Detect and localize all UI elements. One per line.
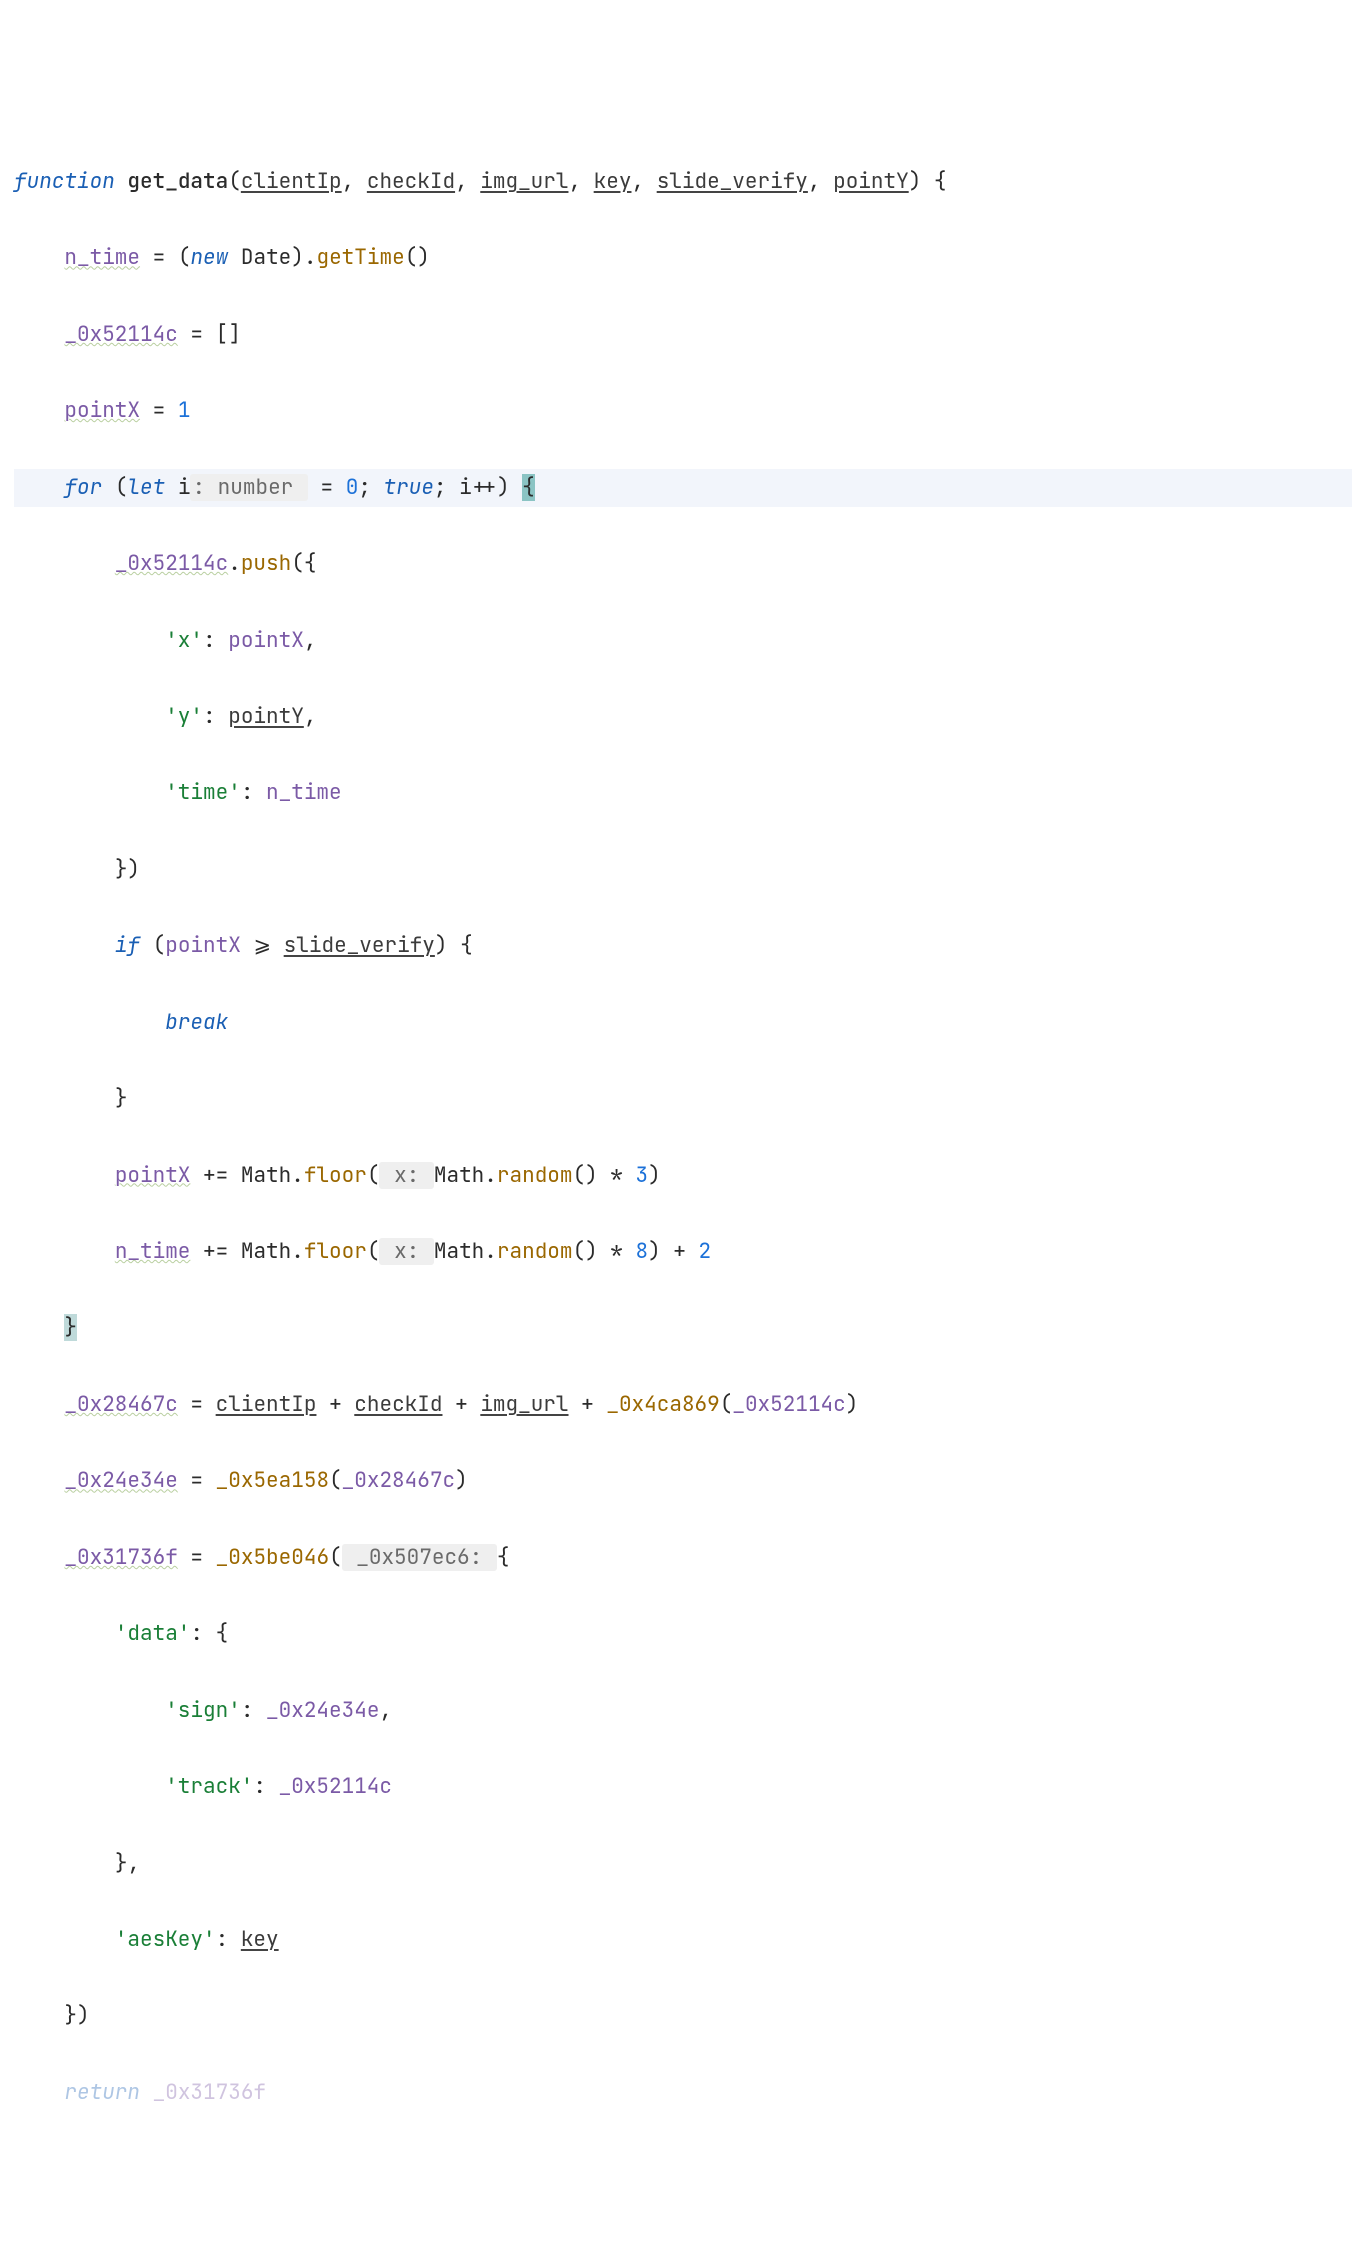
param-hint: x: xyxy=(379,1238,433,1265)
identifier: n_time xyxy=(115,1238,191,1265)
param: slide_verify xyxy=(657,168,808,195)
code-line: } xyxy=(14,1080,1352,1118)
class-name: Math xyxy=(241,1162,291,1189)
param-hint: x: xyxy=(379,1162,433,1189)
keyword-new: new xyxy=(190,244,228,271)
keyword-if: if xyxy=(115,932,140,959)
method-name: floor xyxy=(304,1238,367,1265)
string-key: 'data' xyxy=(115,1620,191,1647)
string-key: 'track' xyxy=(165,1773,253,1800)
code-line: 'track': _0x52114c xyxy=(14,1768,1352,1806)
code-line: 'x': pointX, xyxy=(14,622,1352,660)
function-call: _0x5ea158 xyxy=(216,1467,329,1494)
code-line: n_time += Math.floor( x: Math.random() *… xyxy=(14,1233,1352,1271)
param-hint: _0x507ec6: xyxy=(342,1544,497,1571)
string-key: 'aesKey' xyxy=(115,1926,216,1953)
identifier: img_url xyxy=(480,1391,568,1418)
number-literal: 3 xyxy=(636,1162,649,1189)
code-line: _0x24e34e = _0x5ea158(_0x28467c) xyxy=(14,1462,1352,1500)
function-name: get_data xyxy=(127,168,228,195)
number-literal: 0 xyxy=(346,474,359,501)
boolean-literal: true xyxy=(384,474,434,501)
identifier: pointX xyxy=(228,627,304,654)
identifier: clientIp xyxy=(216,1391,317,1418)
param: img_url xyxy=(480,168,568,195)
method-name: push xyxy=(241,550,291,577)
identifier: i xyxy=(178,474,191,501)
method-name: random xyxy=(497,1238,573,1265)
identifier: _0x28467c xyxy=(64,1391,177,1418)
code-line: }) xyxy=(14,1997,1352,2035)
code-line: _0x52114c.push({ xyxy=(14,545,1352,583)
identifier: slide_verify xyxy=(284,932,435,959)
function-call: _0x4ca869 xyxy=(606,1391,719,1418)
function-call: _0x5be046 xyxy=(216,1544,329,1571)
identifier: _0x24e34e xyxy=(266,1697,379,1724)
code-line: }, xyxy=(14,1845,1352,1883)
identifier: _0x24e34e xyxy=(64,1467,177,1494)
param: pointY xyxy=(833,168,909,195)
identifier: _0x31736f xyxy=(64,1544,177,1571)
code-line: _0x52114c = [] xyxy=(14,316,1352,354)
code-line: _0x28467c = clientIp + checkId + img_url… xyxy=(14,1386,1352,1424)
code-line-highlighted: for (let i: number = 0; true; i++) { xyxy=(14,469,1352,507)
identifier: _0x28467c xyxy=(342,1467,455,1494)
keyword-let: let xyxy=(127,474,165,501)
code-line: _0x31736f = _0x5be046( _0x507ec6: { xyxy=(14,1539,1352,1577)
identifier: n_time xyxy=(266,779,342,806)
keyword-break: break xyxy=(165,1009,228,1036)
keyword-function: function xyxy=(14,168,115,195)
keyword-for: for xyxy=(64,474,102,501)
number-literal: 2 xyxy=(699,1238,712,1265)
code-line: pointX += Math.floor( x: Math.random() *… xyxy=(14,1157,1352,1195)
identifier: pointX xyxy=(115,1162,191,1189)
code-line: 'time': n_time xyxy=(14,774,1352,812)
code-editor[interactable]: function get_data(clientIp, checkId, img… xyxy=(14,163,1352,2112)
param: checkId xyxy=(367,168,455,195)
increment: i++ xyxy=(459,474,497,501)
identifier: _0x52114c xyxy=(279,1773,392,1800)
identifier: _0x52114c xyxy=(64,321,177,348)
string-key: 'y' xyxy=(165,703,203,730)
code-line: }) xyxy=(14,851,1352,889)
code-line: 'sign': _0x24e34e, xyxy=(14,1692,1352,1730)
code-line: function get_data(clientIp, checkId, img… xyxy=(14,163,1352,201)
class-name: Math xyxy=(241,1238,291,1265)
identifier: pointY xyxy=(228,703,304,730)
string-key: 'sign' xyxy=(165,1697,241,1724)
code-line: break xyxy=(14,1004,1352,1042)
code-line: pointX = 1 xyxy=(14,392,1352,430)
identifier: _0x31736f xyxy=(153,2079,266,2106)
matching-brace: } xyxy=(64,1314,77,1341)
identifier: pointX xyxy=(165,932,241,959)
method-name: floor xyxy=(304,1162,367,1189)
code-line: n_time = (new Date).getTime() xyxy=(14,239,1352,277)
code-line: 'aesKey': key xyxy=(14,1921,1352,1959)
cursor-brace: { xyxy=(522,474,535,501)
identifier: _0x52114c xyxy=(115,550,228,577)
number-literal: 1 xyxy=(178,397,191,424)
param: clientIp xyxy=(241,168,342,195)
identifier: checkId xyxy=(354,1391,442,1418)
type-hint: : number xyxy=(190,474,307,501)
code-line: if (pointX ⩾ slide_verify) { xyxy=(14,927,1352,965)
identifier: _0x52114c xyxy=(732,1391,845,1418)
identifier: key xyxy=(241,1926,279,1953)
keyword-return: return xyxy=(64,2079,140,2106)
code-line: 'y': pointY, xyxy=(14,698,1352,736)
identifier: n_time xyxy=(64,244,140,271)
method-name: random xyxy=(497,1162,573,1189)
number-literal: 8 xyxy=(636,1238,649,1265)
method-name: getTime xyxy=(316,244,404,271)
code-line: 'data': { xyxy=(14,1615,1352,1653)
class-name: Date xyxy=(241,244,291,271)
param: key xyxy=(594,168,632,195)
code-line: } xyxy=(14,1309,1352,1347)
string-key: 'x' xyxy=(165,627,203,654)
string-key: 'time' xyxy=(165,779,241,806)
identifier: pointX xyxy=(64,397,140,424)
code-line: return _0x31736f xyxy=(14,2074,1352,2112)
